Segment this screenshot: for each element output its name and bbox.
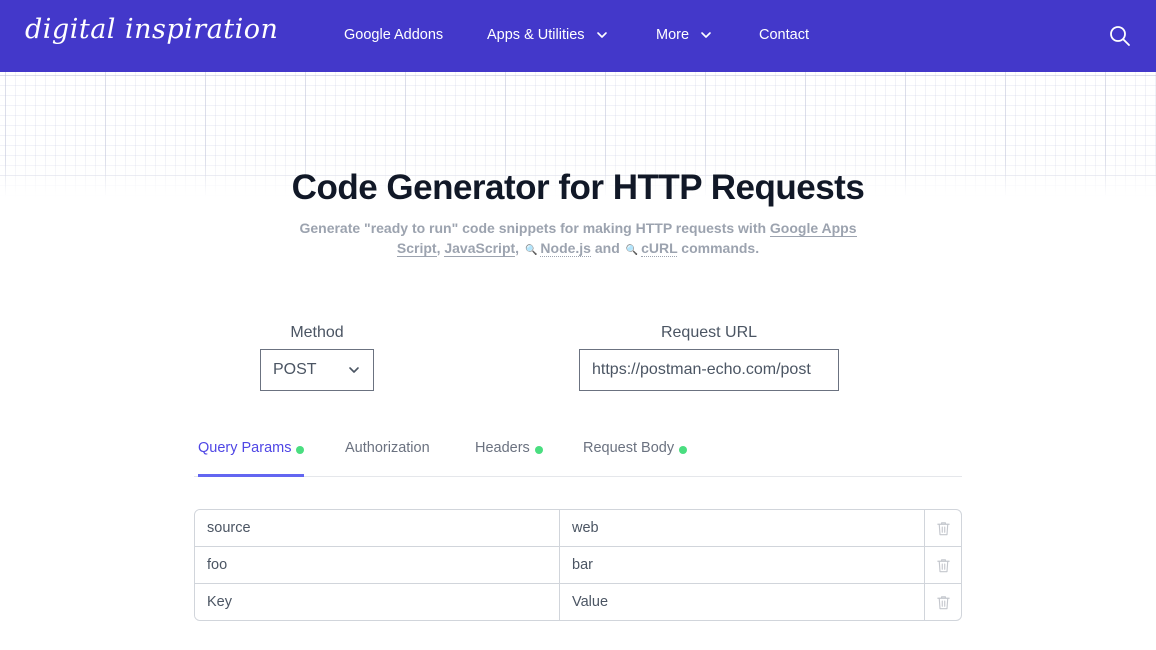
param-value-input[interactable]: [560, 547, 925, 583]
tab-headers[interactable]: Headers: [475, 440, 543, 477]
table-row: [195, 547, 961, 584]
delete-row-button[interactable]: [925, 510, 961, 546]
request-url-label: Request URL: [660, 324, 758, 341]
delete-row-button[interactable]: [925, 584, 961, 620]
tab-label: Query Params: [198, 440, 292, 456]
method-select[interactable]: POST: [260, 349, 374, 391]
subtitle-text: commands.: [677, 240, 760, 256]
table-row: [195, 510, 961, 547]
navbar: digital inspiration Google Addons Apps &…: [0, 0, 1156, 72]
page-title: Code Generator for HTTP Requests: [291, 168, 865, 207]
nav-apps-utilities[interactable]: Apps & Utilities: [487, 27, 609, 43]
request-tabs: Query Params Authorization Headers Reque…: [194, 430, 962, 477]
request-url-input[interactable]: [579, 349, 839, 391]
delete-row-button[interactable]: [925, 547, 961, 583]
search-icon: [1110, 26, 1130, 46]
method-label: Method: [290, 324, 344, 341]
chevron-down-icon: [701, 32, 711, 38]
param-key-input[interactable]: [195, 584, 560, 620]
nav-more[interactable]: More: [656, 27, 713, 43]
tab-authorization[interactable]: Authorization: [345, 440, 430, 477]
tab-label: Headers: [475, 440, 530, 456]
nav-item-label: Contact: [759, 27, 809, 43]
param-value-input[interactable]: [560, 584, 925, 620]
param-value-input[interactable]: [560, 510, 925, 546]
link-javascript[interactable]: JavaScript: [444, 240, 516, 257]
page-subtitle: Generate "ready to run" code snippets fo…: [290, 218, 866, 261]
status-dot-icon: [534, 446, 543, 454]
nav-item-label: Apps & Utilities: [487, 27, 585, 43]
chevron-down-icon: [596, 32, 607, 38]
method-value: POST: [273, 361, 317, 378]
nav-item-label: More: [656, 27, 690, 43]
link-curl[interactable]: cURL: [641, 240, 678, 257]
tab-request-body[interactable]: Request Body: [583, 440, 688, 477]
search-button[interactable]: [1108, 24, 1132, 48]
tab-query-params[interactable]: Query Params: [198, 440, 305, 477]
subtitle-text: Generate "ready to run" code snippets fo…: [299, 220, 770, 236]
chevron-down-icon: [349, 367, 359, 373]
trash-icon: [936, 595, 950, 609]
query-params-table: [194, 509, 962, 621]
status-dot-icon: [296, 446, 305, 454]
subtitle-text: and: [590, 240, 624, 256]
magnifier-icon: 🔍: [524, 245, 538, 256]
site-logo[interactable]: digital inspiration: [25, 14, 278, 45]
trash-icon: [936, 558, 950, 572]
param-key-input[interactable]: [195, 547, 560, 583]
magnifier-icon: 🔍: [625, 245, 639, 256]
subtitle-separator: ,: [515, 240, 523, 256]
status-dot-icon: [679, 446, 688, 454]
trash-icon: [936, 521, 950, 535]
table-row: [195, 584, 961, 620]
tab-label: Request Body: [583, 440, 675, 456]
tab-label: Authorization: [345, 440, 430, 456]
nav-contact[interactable]: Contact: [759, 27, 809, 43]
nav-google-addons[interactable]: Google Addons: [344, 27, 443, 43]
param-key-input[interactable]: [195, 510, 560, 546]
link-nodejs[interactable]: Node.js: [540, 240, 591, 257]
nav-item-label: Google Addons: [344, 27, 444, 43]
